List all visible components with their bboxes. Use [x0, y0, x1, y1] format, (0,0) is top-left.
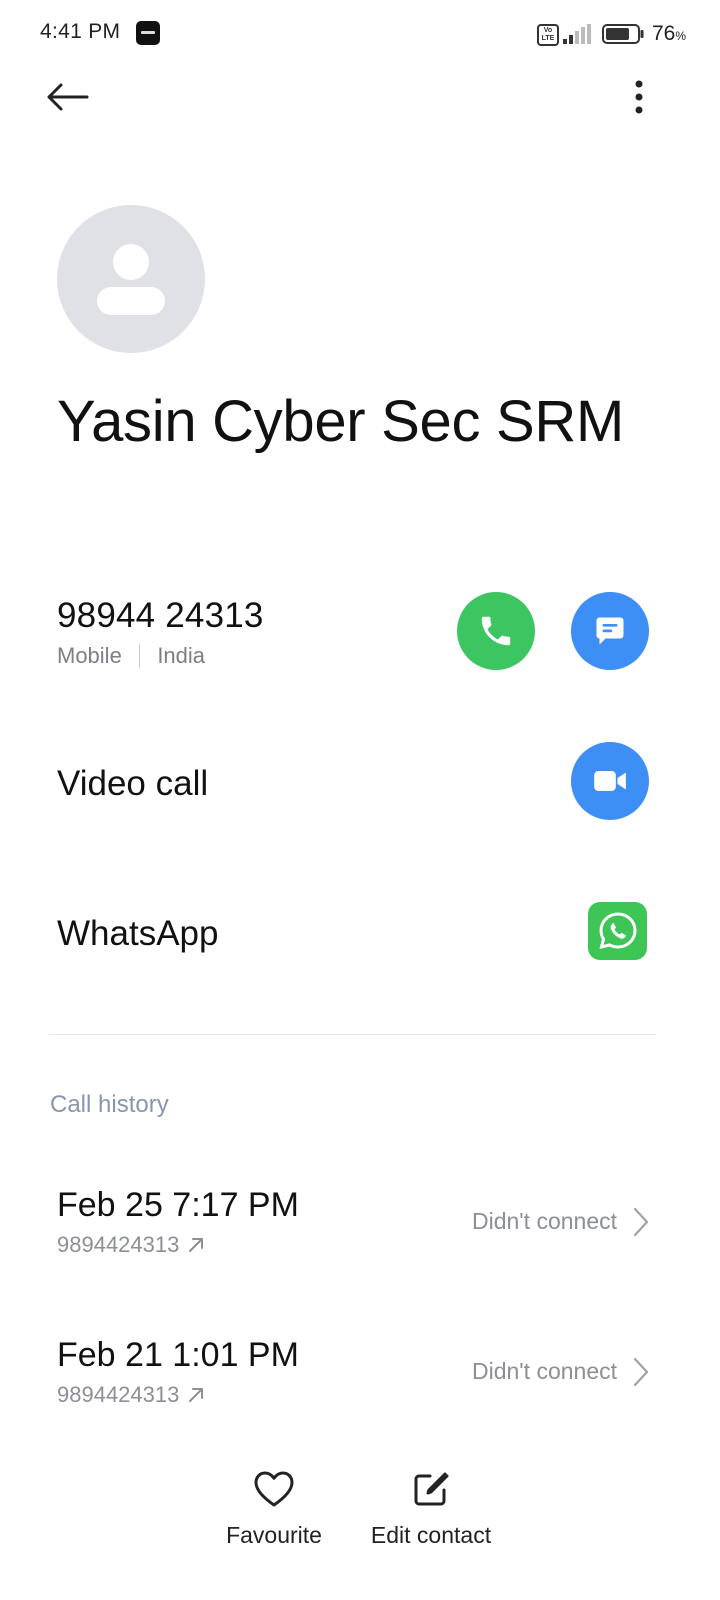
call-number-text: 9894424313 [57, 1232, 180, 1257]
person-icon [97, 244, 165, 315]
signal-icon [563, 24, 591, 44]
video-camera-icon [594, 771, 626, 791]
outgoing-arrow-icon [189, 1238, 204, 1252]
call-datetime: Feb 25 7:17 PM [57, 1186, 299, 1224]
battery-icon [602, 24, 644, 44]
edit-contact-button[interactable]: Edit contact [362, 1470, 500, 1549]
call-number: 9894424313 [57, 1382, 205, 1408]
whatsapp-button[interactable] [588, 902, 647, 960]
message-icon [596, 617, 624, 645]
call-number: 9894424313 [57, 1232, 205, 1258]
section-divider [50, 1034, 656, 1035]
phone-icon [481, 616, 511, 646]
status-time: 4:41 PM [40, 20, 121, 43]
notification-app-icon [136, 21, 160, 45]
call-history-row[interactable]: Feb 25 7:17 PM 9894424313 Didn't connect [0, 1170, 720, 1280]
whatsapp-label[interactable]: WhatsApp [57, 914, 218, 954]
more-options-button[interactable] [616, 72, 662, 122]
meta-separator [138, 644, 141, 668]
chevron-right-icon[interactable] [630, 1356, 652, 1388]
call-status: Didn't connect [471, 1358, 617, 1384]
heart-icon [254, 1471, 294, 1507]
message-button[interactable] [571, 592, 649, 670]
favourite-label: Favourite [226, 1522, 322, 1548]
call-status: Didn't connect [471, 1208, 617, 1234]
phone-region: India [157, 643, 206, 668]
call-history-title: Call history [50, 1091, 169, 1118]
phone-meta: Mobile India [57, 643, 205, 669]
chevron-right-icon[interactable] [630, 1206, 652, 1238]
contact-detail-screen: 4:41 PM Vo LTE 76% Yasin Cyber Sec SRM 9… [0, 0, 720, 1600]
contact-avatar[interactable] [57, 205, 205, 353]
call-datetime: Feb 21 1:01 PM [57, 1336, 299, 1374]
phone-type: Mobile [57, 643, 122, 668]
back-button[interactable] [40, 72, 94, 122]
edit-contact-label: Edit contact [370, 1522, 492, 1548]
volte-icon: Vo LTE [537, 24, 559, 46]
phone-number[interactable]: 98944 24313 [57, 596, 264, 636]
call-history-row[interactable]: Feb 21 1:01 PM 9894424313 Didn't connect [0, 1320, 720, 1430]
more-vert-icon [635, 80, 643, 114]
call-button[interactable] [457, 592, 535, 670]
call-number-text: 9894424313 [57, 1382, 180, 1407]
battery-percent: 76% [652, 22, 687, 45]
edit-icon [414, 1472, 449, 1506]
back-arrow-icon [47, 83, 89, 111]
video-call-button[interactable] [571, 742, 649, 820]
outgoing-arrow-icon [189, 1388, 204, 1402]
favourite-button[interactable]: Favourite [222, 1470, 326, 1549]
status-bar: 4:41 PM Vo LTE 76% [0, 0, 720, 70]
video-call-label[interactable]: Video call [57, 764, 208, 804]
whatsapp-icon [598, 912, 637, 950]
contact-name: Yasin Cyber Sec SRM [57, 389, 624, 454]
